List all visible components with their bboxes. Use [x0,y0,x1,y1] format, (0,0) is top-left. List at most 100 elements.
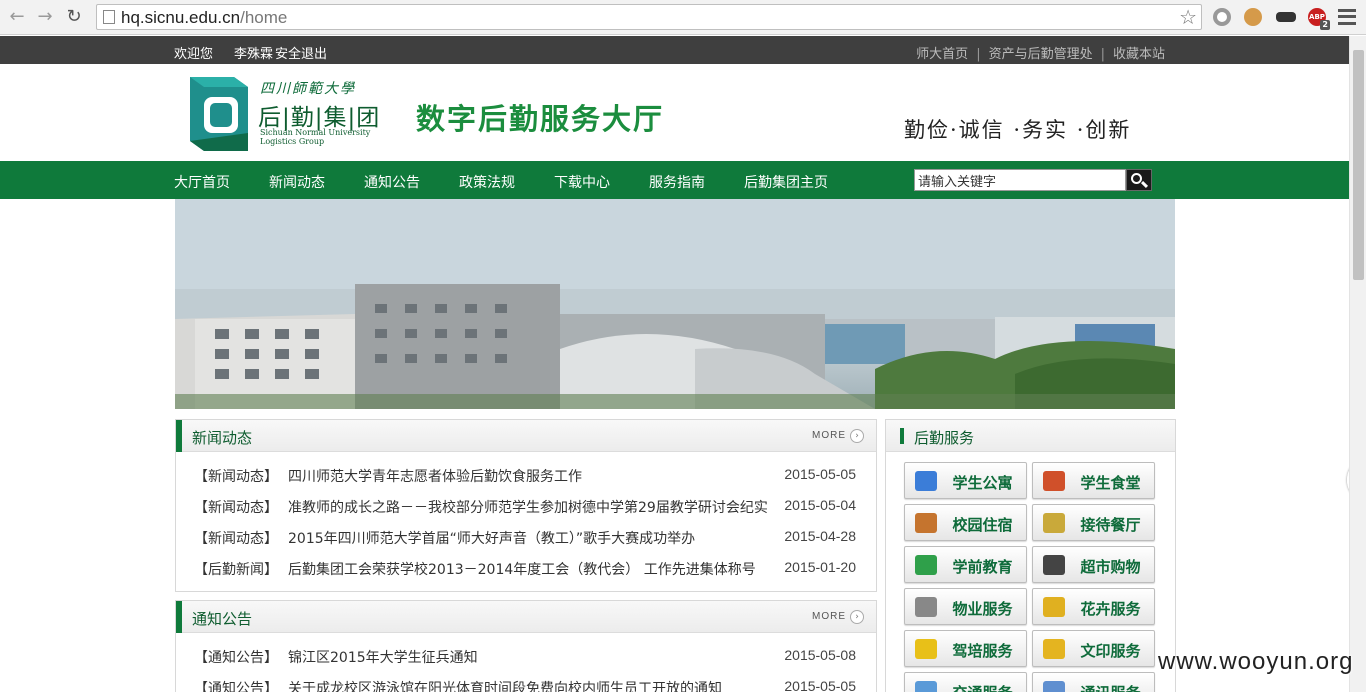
header-accent-bar [176,420,182,452]
back-arrow-icon[interactable]: ← [6,6,28,28]
item-date: 2015-05-08 [784,647,856,663]
english-name-line: Sichuan Normal University [260,128,371,137]
watermark-text: www.wooyun.org [1158,648,1354,675]
logout-link[interactable]: 安全退出 [275,43,327,62]
opera-icon[interactable] [1213,8,1231,26]
service-button-property[interactable]: 物业服务 [904,588,1027,625]
reload-icon[interactable]: ↻ [63,6,85,28]
item-category: 【新闻动态】 [194,500,278,516]
service-label: 花卉服务 [1080,600,1141,618]
forward-arrow-icon[interactable]: → [34,6,56,28]
nav-hall-home[interactable]: 大厅首页 [174,172,230,192]
service-label: 校园住宿 [952,516,1013,534]
service-label: 文印服务 [1080,642,1141,660]
page-viewport: 欢迎您 李殊霖 安全退出 师大首页 | 资产与后勤管理处 | 收藏本站 四川師範大學 后… [0,36,1366,692]
item-title-link[interactable]: 关于成龙校区游泳馆在阳光体育时间段免费向校内师生员工开放的通知 [288,678,728,692]
header-accent-bar [900,428,904,444]
notice-list: 【通知公告】 锦江区2015年大学生征兵通知 2015-05-08 【通知公告】 关于… [176,641,876,692]
service-button-dining[interactable]: 接待餐厅 [1032,504,1155,541]
page-scrollbar[interactable] [1349,36,1366,692]
news-more-link[interactable]: MORE [812,430,846,441]
service-label: 物业服务 [952,600,1013,618]
list-item[interactable]: 【后勤新闻】 后勤集团工会荣获学校2013－2014年度工会（教代会） 工作先进集… [176,553,876,584]
notice-panel-header: 通知公告 MORE › [176,601,876,633]
main-nav: 大厅首页 新闻动态 通知公告 政策法规 下载中心 服务指南 后勤集团主页 [0,161,1349,199]
nav-service-guide[interactable]: 服务指南 [649,172,705,192]
service-button-preschool[interactable]: 学前教育 [904,546,1027,583]
list-item[interactable]: 【新闻动态】 四川师范大学青年志愿者体验后勤饮食服务工作 2015-05-05 [176,460,876,491]
browser-menu-icon[interactable] [1338,9,1356,25]
bookmark-star-icon[interactable]: ☆ [1179,5,1197,29]
item-title-link[interactable]: 准教师的成长之路－－我校部分师范学生参加树德中学第29届教学研讨会纪实 [288,497,768,517]
nav-news[interactable]: 新闻动态 [269,172,325,192]
top-bar: 欢迎您 李殊霖 安全退出 师大首页 | 资产与后勤管理处 | 收藏本站 [0,36,1349,64]
url-text[interactable]: hq.sicnu.edu.cn/home [121,8,287,28]
nav-notices[interactable]: 通知公告 [364,172,420,192]
service-button-transport[interactable]: 交通服务 [904,672,1027,692]
service-label: 学前教育 [952,558,1013,576]
service-label: 接待餐厅 [1080,516,1141,534]
service-button-telecom[interactable]: 通讯服务 [1032,672,1155,692]
url-host: hq.sicnu.edu.cn [121,8,241,27]
logistics-logo-icon[interactable] [186,73,252,155]
link-sicnu-home[interactable]: 师大首页 [916,47,968,62]
service-button-lodging[interactable]: 校园住宿 [904,504,1027,541]
item-date: 2015-04-28 [784,528,856,544]
list-item[interactable]: 【新闻动态】 准教师的成长之路－－我校部分师范学生参加树德中学第29届教学研讨会纪… [176,491,876,522]
item-category: 【后勤新闻】 [194,562,278,578]
item-category: 【新闻动态】 [194,531,278,547]
service-button-flowers[interactable]: 花卉服务 [1032,588,1155,625]
welcome-text: 欢迎您 [174,47,214,62]
separator: | [976,47,981,62]
link-bookmark-site[interactable]: 收藏本站 [1113,47,1165,62]
notice-panel: 通知公告 MORE › 【通知公告】 锦江区2015年大学生征兵通知 2015-05… [175,600,877,692]
motto: 勤俭·诚信 ·务实 ·创新 [904,118,1132,142]
address-bar[interactable]: hq.sicnu.edu.cn/home ☆ [96,4,1202,30]
service-button-supermarket[interactable]: 超市购物 [1032,546,1155,583]
list-item[interactable]: 【新闻动态】 2015年四川师范大学首届“师大好声音（教工）”歌手大赛成功举办 20… [176,522,876,553]
school-name: 四川師範大學 [260,81,356,97]
notice-panel-title: 通知公告 [192,610,253,628]
search-button[interactable] [1126,169,1152,191]
item-title-link[interactable]: 四川师范大学青年志愿者体验后勤饮食服务工作 [288,466,768,486]
adblock-plus-icon[interactable]: ABP 2 [1308,8,1330,30]
cookie-icon[interactable] [1244,8,1262,26]
service-button-driving[interactable]: 驾培服务 [904,630,1027,667]
service-button-apartment[interactable]: 学生公寓 [904,462,1027,499]
item-title-link[interactable]: 锦江区2015年大学生征兵通知 [288,647,768,667]
item-date: 2015-05-05 [784,678,856,692]
notice-more-link[interactable]: MORE [812,611,846,622]
banner-image [175,199,1175,409]
page-icon [103,10,115,24]
item-date: 2015-05-04 [784,497,856,513]
group-name: 后|勤|集|团 [258,105,381,131]
service-button-canteen[interactable]: 学生食堂 [1032,462,1155,499]
nav-policies[interactable]: 政策法规 [459,172,515,192]
scrollbar-thumb[interactable] [1353,50,1364,280]
username: 李殊霖 [234,47,274,62]
list-item[interactable]: 【通知公告】 锦江区2015年大学生征兵通知 2015-05-08 [176,641,876,672]
service-label: 通讯服务 [1033,682,1154,692]
service-panel: 后勤服务 学生公寓 学生食堂 校园住宿 接待餐厅 学前教育 超市购物 物业服务 … [885,419,1176,692]
chevron-right-icon[interactable]: › [850,429,864,443]
item-category: 【通知公告】 [194,681,278,692]
link-asset-office[interactable]: 资产与后勤管理处 [989,47,1093,62]
service-label: 驾培服务 [952,642,1013,660]
nav-downloads[interactable]: 下载中心 [554,172,610,192]
service-label: 交通服务 [905,682,1026,692]
service-label: 超市购物 [1080,558,1141,576]
chevron-right-icon[interactable]: › [850,610,864,624]
search-input[interactable] [914,169,1126,191]
list-item[interactable]: 【通知公告】 关于成龙校区游泳馆在阳光体育时间段免费向校内师生员工开放的通知 201… [176,672,876,692]
service-button-printing[interactable]: 文印服务 [1032,630,1155,667]
item-category: 【新闻动态】 [194,469,278,485]
item-title-link[interactable]: 2015年四川师范大学首届“师大好声音（教工）”歌手大赛成功举办 [288,528,708,548]
english-name-line: Logistics Group [260,137,325,146]
item-date: 2015-01-20 [784,559,856,575]
campus-building-photo [175,199,1175,409]
item-title-link[interactable]: 后勤集团工会荣获学校2013－2014年度工会（教代会） 工作先进集体称号 [288,559,768,579]
browser-toolbar: ← → ↻ hq.sicnu.edu.cn/home ☆ ABP 2 [0,0,1366,35]
news-list: 【新闻动态】 四川师范大学青年志愿者体验后勤饮食服务工作 2015-05-05 【新… [176,460,876,584]
nav-logistics-home[interactable]: 后勤集团主页 [744,172,828,192]
incognito-mask-icon[interactable] [1276,12,1296,22]
